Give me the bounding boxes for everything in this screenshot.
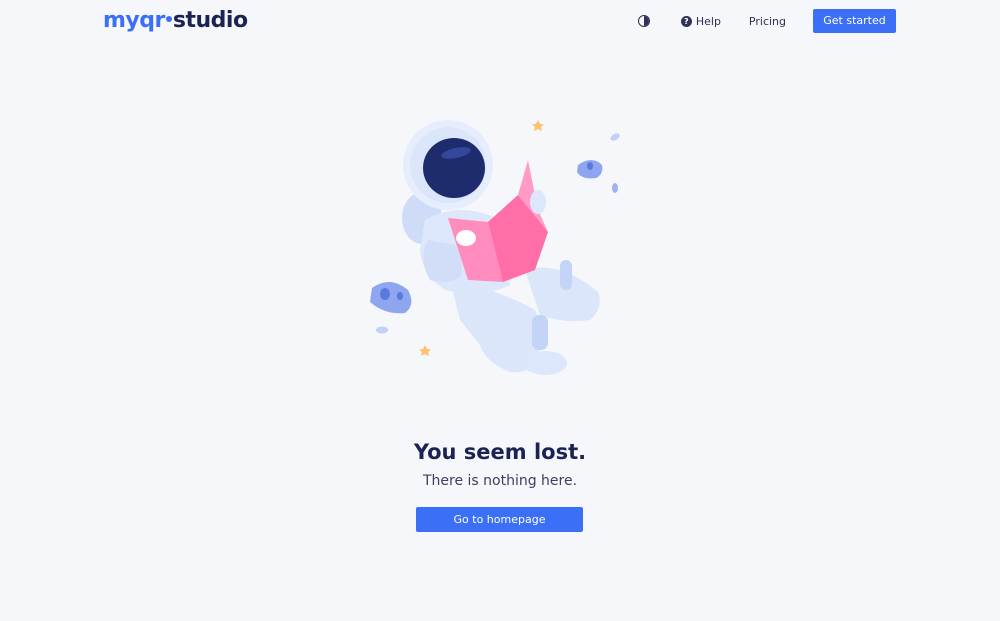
go-to-homepage-button[interactable]: Go to homepage <box>416 507 583 532</box>
top-navigation-bar: myqr studio ? Help Pricing Get started <box>0 0 1000 44</box>
brand-logo[interactable]: myqr studio <box>103 7 248 35</box>
asteroid-large <box>370 281 412 314</box>
astronaut-reading-map-icon <box>370 120 620 375</box>
astronaut-hand-left <box>456 230 476 246</box>
asteroid-crater-1 <box>380 288 390 300</box>
space-rock-3 <box>376 326 388 334</box>
contrast-icon[interactable] <box>637 15 650 27</box>
astronaut-visor <box>423 138 485 198</box>
astronaut-boot <box>523 351 567 375</box>
star-icon <box>419 345 431 356</box>
logo-dot <box>165 16 172 22</box>
astronaut-knee-patch <box>532 315 548 350</box>
astronaut-hand-right <box>530 190 546 214</box>
pricing-label: Pricing <box>748 14 786 28</box>
space-rock-2 <box>612 183 618 193</box>
question-circle-icon: ? <box>680 15 692 27</box>
astronaut-leg-stripe <box>560 260 572 290</box>
help-link[interactable]: ? Help <box>680 14 721 28</box>
pricing-link[interactable]: Pricing <box>749 15 786 28</box>
not-found-page: myqr studio ? Help Pricing Get started Y… <box>0 0 1000 621</box>
get-started-button[interactable]: Get started <box>813 9 896 33</box>
star-icon <box>532 120 544 131</box>
asteroid-crater-2 <box>397 292 403 300</box>
logo-text-part-a: myqr <box>103 8 165 33</box>
asteroid-small-crater <box>587 162 593 170</box>
page-subtitle: There is nothing here. <box>422 473 578 489</box>
space-rock-1 <box>610 133 620 141</box>
header-nav: ? Help Pricing Get started <box>637 9 896 33</box>
logo-text-part-b: studio <box>172 8 248 33</box>
help-label: Help <box>695 14 721 28</box>
page-title: You seem lost. <box>413 440 587 464</box>
